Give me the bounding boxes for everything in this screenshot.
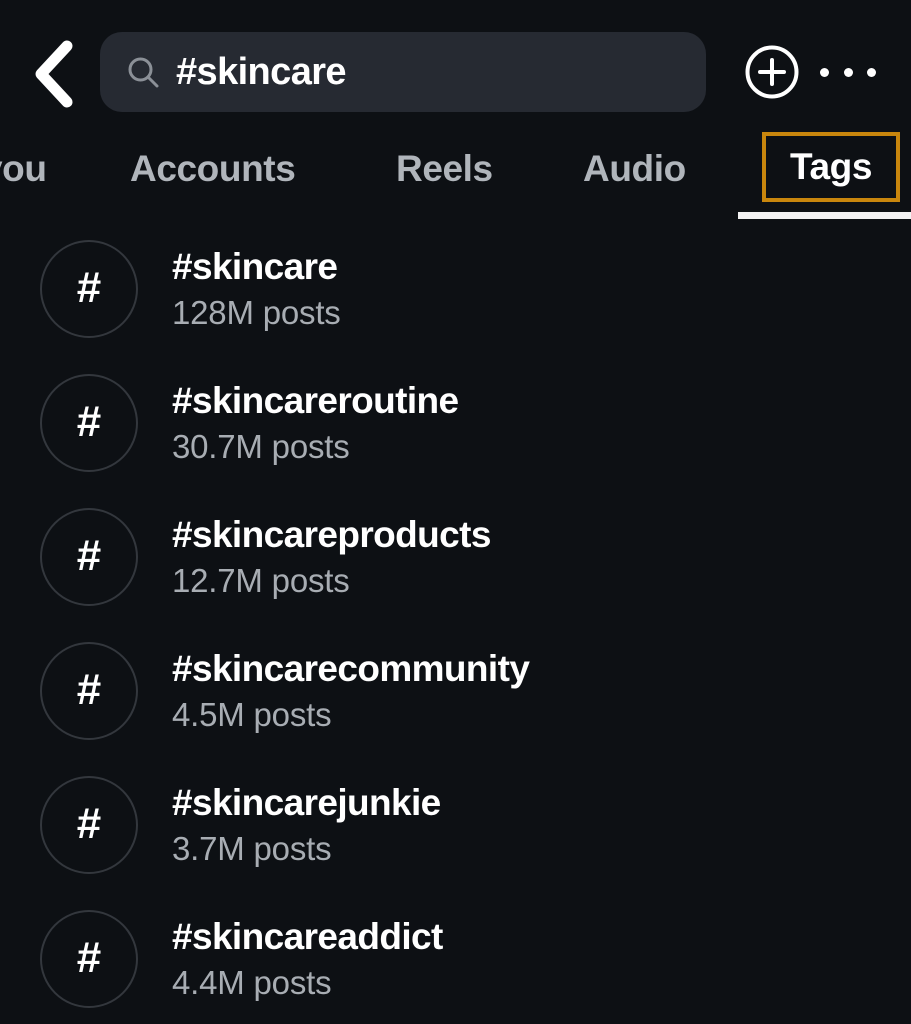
tab-for-you[interactable]: you — [0, 126, 47, 212]
search-input[interactable]: #skincare — [100, 32, 706, 112]
hashtag-icon: # — [40, 508, 138, 606]
list-item[interactable]: # #skincareproducts 12.7M posts — [0, 490, 911, 624]
list-item-text: #skincare 128M posts — [172, 246, 341, 331]
hashtag-results-list: # #skincare 128M posts # #skincareroutin… — [0, 222, 911, 1024]
hashtag-count: 30.7M posts — [172, 427, 350, 465]
hashtag-icon: # — [40, 374, 138, 472]
tab-audio[interactable]: Audio — [583, 126, 686, 212]
list-item[interactable]: # #skincareaddict 4.4M posts — [0, 892, 911, 1024]
hashtag-glyph: # — [76, 531, 102, 580]
chevron-left-icon — [29, 40, 79, 108]
hashtag-name: #skincarecommunity — [172, 648, 530, 690]
list-item-text: #skincareroutine 30.7M posts — [172, 380, 459, 465]
hashtag-name: #skincareproducts — [172, 514, 491, 556]
back-button[interactable] — [14, 32, 94, 116]
list-item[interactable]: # #skincarejunkie 3.7M posts — [0, 758, 911, 892]
hashtag-icon: # — [40, 910, 138, 1008]
hashtag-glyph: # — [76, 397, 102, 446]
active-tab-underline — [738, 212, 911, 219]
list-item[interactable]: # #skincarecommunity 4.5M posts — [0, 624, 911, 758]
search-query-text: #skincare — [176, 51, 347, 93]
hashtag-icon: # — [40, 642, 138, 740]
search-results-screen: #skincare you Accounts Reels Audio Tags — [0, 0, 911, 1024]
list-item[interactable]: # #skincare 128M posts — [0, 222, 911, 356]
list-item-text: #skincareproducts 12.7M posts — [172, 514, 491, 599]
hashtag-count: 4.4M posts — [172, 963, 332, 1001]
hashtag-glyph: # — [76, 933, 102, 982]
more-options-icon-dot-2 — [843, 67, 853, 77]
more-options-icon-dot-3 — [867, 67, 876, 77]
hashtag-icon: # — [40, 776, 138, 874]
search-tabs: you Accounts Reels Audio Tags — [0, 126, 911, 222]
hashtag-glyph: # — [76, 799, 102, 848]
hashtag-glyph: # — [76, 263, 102, 312]
more-options-icon — [820, 67, 829, 77]
hashtag-count: 3.7M posts — [172, 829, 332, 867]
tab-reels[interactable]: Reels — [396, 126, 493, 212]
list-item[interactable]: # #skincareroutine 30.7M posts — [0, 356, 911, 490]
hashtag-name: #skincareaddict — [172, 916, 443, 958]
hashtag-name: #skincarejunkie — [172, 782, 441, 824]
list-item-text: #skincarejunkie 3.7M posts — [172, 782, 441, 867]
list-item-text: #skincarecommunity 4.5M posts — [172, 648, 530, 733]
hashtag-count: 128M posts — [172, 293, 341, 331]
hashtag-icon: # — [40, 240, 138, 338]
more-options-button[interactable] — [820, 52, 876, 92]
tab-accounts[interactable]: Accounts — [130, 126, 296, 212]
hashtag-glyph: # — [76, 665, 102, 714]
hashtag-name: #skincare — [172, 246, 338, 288]
hashtag-count: 4.5M posts — [172, 695, 332, 733]
search-icon — [126, 55, 160, 89]
add-post-button[interactable] — [744, 44, 800, 100]
top-bar: #skincare — [0, 0, 911, 126]
hashtag-count: 12.7M posts — [172, 561, 350, 599]
plus-circle-icon — [744, 44, 800, 100]
list-item-text: #skincareaddict 4.4M posts — [172, 916, 443, 1001]
hashtag-name: #skincareroutine — [172, 380, 459, 422]
tab-tags[interactable]: Tags — [762, 132, 900, 202]
